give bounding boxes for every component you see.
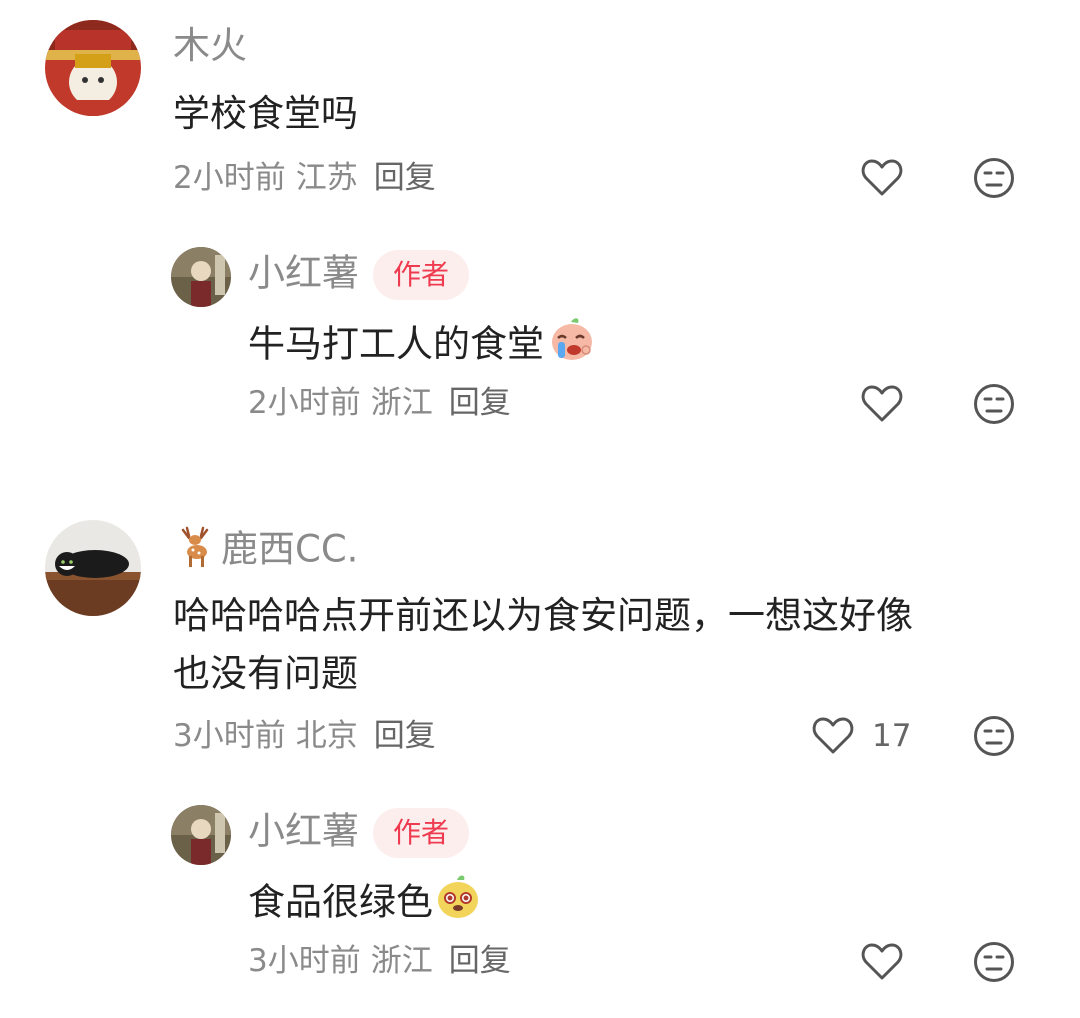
comment-text-line: 哈哈哈哈点开前还以为食安问题，一想这好像	[173, 594, 913, 637]
comment-text-line: 也没有问题	[173, 652, 358, 695]
reply-username[interactable]: 小红薯 作者	[248, 808, 470, 858]
reply-avatar[interactable]	[171, 805, 231, 865]
comment-text: 哈哈哈哈点开前还以为食安问题，一想这好像 也没有问题	[173, 588, 913, 702]
comment-username[interactable]: 木火	[173, 24, 247, 68]
reply-button[interactable]: 回复	[374, 718, 436, 754]
author-badge: 作者	[373, 250, 470, 300]
comment-location: 江苏	[295, 160, 358, 196]
reply-avatar[interactable]	[171, 247, 231, 307]
reply-time: 2小时前	[248, 385, 361, 421]
deer-emoji	[173, 524, 217, 578]
reply-button[interactable]: 回复	[449, 385, 511, 421]
author-badge: 作者	[373, 808, 470, 858]
comment-time: 3小时前	[173, 718, 286, 754]
comment-meta: 2小时前 江苏 回复	[173, 158, 446, 198]
reply-location: 浙江	[370, 385, 433, 421]
reply-text-content: 牛马打工人的食堂	[248, 322, 544, 366]
comment-time: 2小时前	[173, 160, 286, 196]
reply-username-text[interactable]: 小红薯	[248, 252, 359, 295]
crying-potato-emoji	[546, 314, 596, 378]
like-icon[interactable]	[860, 382, 904, 426]
reply-time: 3小时前	[248, 943, 361, 979]
reply-button[interactable]: 回复	[374, 160, 436, 196]
comment-username[interactable]: 鹿西CC.	[173, 524, 358, 578]
comment-text: 学校食堂吗	[173, 92, 358, 135]
reply-button[interactable]: 回复	[449, 943, 511, 979]
dislike-face-icon[interactable]	[972, 382, 1016, 426]
dislike-face-icon[interactable]	[972, 714, 1016, 758]
reply-meta: 2小时前 浙江 回复	[248, 383, 521, 423]
like-icon[interactable]	[811, 714, 855, 758]
cute-potato-emoji	[435, 872, 481, 936]
reply-text: 牛马打工人的食堂	[248, 314, 596, 378]
avatar[interactable]	[45, 20, 141, 116]
reply-location: 浙江	[370, 943, 433, 979]
like-icon[interactable]	[860, 940, 904, 984]
comment-username-text[interactable]: 鹿西CC.	[221, 528, 358, 571]
reply-username[interactable]: 小红薯 作者	[248, 250, 470, 300]
comment-meta: 3小时前 北京 回复	[173, 716, 446, 756]
reply-text: 食品很绿色	[248, 872, 481, 936]
comment-location: 北京	[295, 718, 358, 754]
reply-meta: 3小时前 浙江 回复	[248, 941, 521, 981]
avatar[interactable]	[45, 520, 141, 616]
reply-text-content: 食品很绿色	[248, 880, 433, 924]
dislike-face-icon[interactable]	[972, 156, 1016, 200]
dislike-face-icon[interactable]	[972, 940, 1016, 984]
reply-username-text[interactable]: 小红薯	[248, 810, 359, 853]
like-count: 17	[872, 718, 912, 754]
like-icon[interactable]	[860, 156, 904, 200]
